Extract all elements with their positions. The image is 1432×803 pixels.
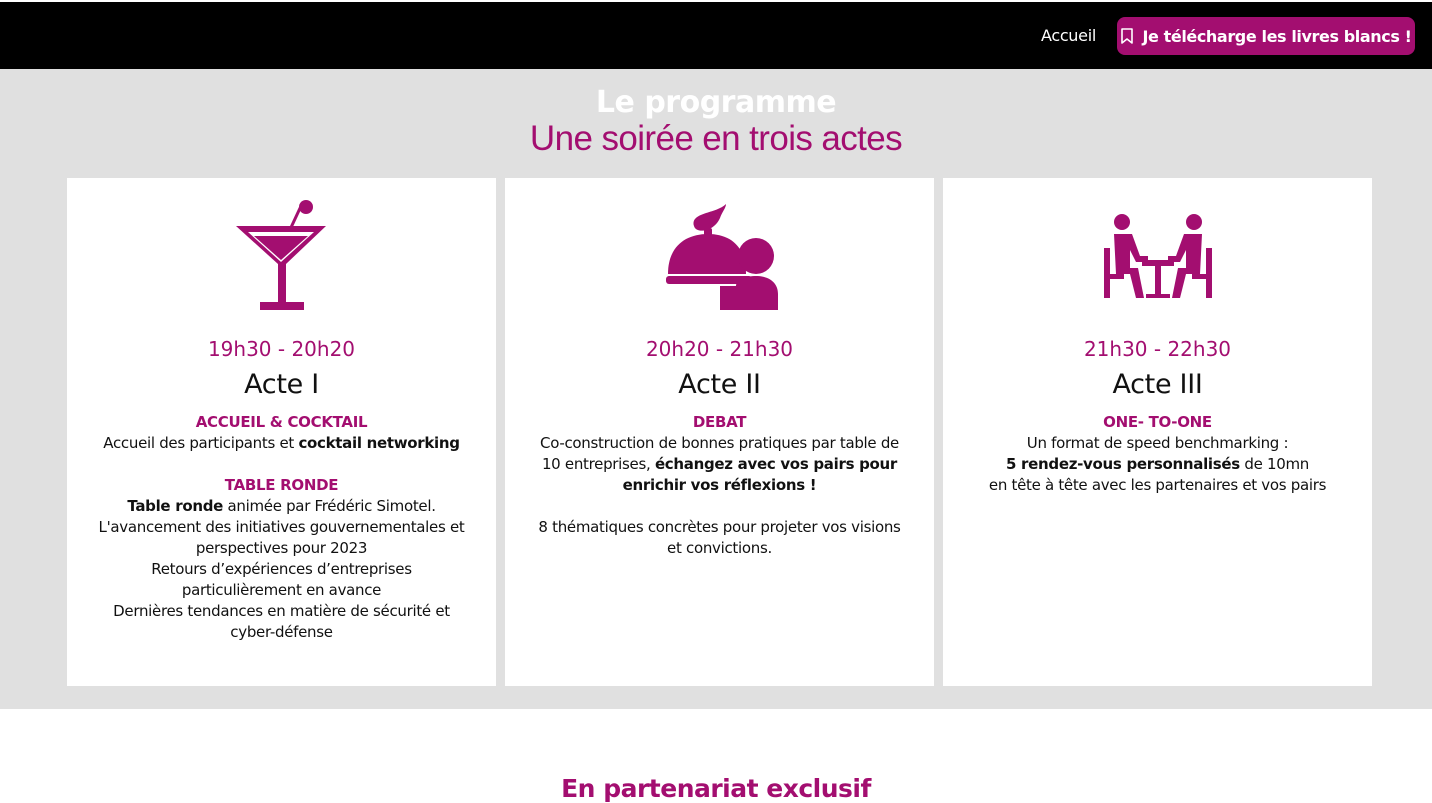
meeting-icon [1103, 214, 1212, 298]
act-3-time: 21h30 - 22h30 [1083, 337, 1232, 361]
dining-icon [665, 204, 778, 310]
act-1-paragraph-3: L'avancement des initiatives gouvernemen… [98, 518, 465, 557]
act-3-paragraph-2: 5 rendez-vous personnalisés de 10mn [1005, 455, 1309, 473]
act-card-3: 21h30 - 22h30 Acte III ONE- TO-ONE Un fo… [943, 178, 1372, 686]
act-3-heading-1: ONE- TO-ONE [1103, 413, 1212, 431]
act-2-paragraph-2: 8 thématiques concrètes pour projeter vo… [538, 518, 901, 557]
act-card-1: 19h30 - 20h20 Acte I ACCUEIL & COCKTAIL … [67, 178, 496, 686]
act-1-paragraph-1: Accueil des participants et cocktail net… [103, 434, 460, 452]
act-1-paragraph-2: Table ronde animée par Frédéric Simotel. [127, 497, 436, 515]
top-navbar: Accueil Je télécharge les livres blancs … [0, 0, 1432, 69]
programme-section: Le programme Une soirée en trois actes 1… [0, 69, 1432, 709]
act-3-paragraph-3: en tête à tête avec les partenaires et v… [988, 476, 1327, 494]
act-2-heading-1: DEBAT [692, 413, 747, 431]
programme-subtitle: Une soirée en trois actes [529, 119, 903, 158]
act-1-heading-2: TABLE RONDE [224, 476, 339, 494]
act-1-heading-1: ACCUEIL & COCKTAIL [195, 413, 368, 431]
download-whitepapers-button[interactable]: Je télécharge les livres blancs ! [1117, 17, 1415, 55]
act-1-title: Acte I [244, 369, 319, 400]
act-2-paragraph-1: Co-construction de bonnes pratiques par … [540, 434, 899, 494]
act-1-time: 19h30 - 20h20 [207, 337, 356, 361]
partner-title: En partenariat exclusif [561, 774, 871, 803]
programme-title: Le programme [595, 85, 837, 120]
nav-home-link[interactable]: Accueil [1041, 26, 1096, 45]
act-3-paragraph-1: Un format de speed benchmarking : [1026, 434, 1289, 452]
act-1-paragraph-5: Dernières tendances en matière de sécuri… [113, 602, 450, 641]
act-2-time: 20h20 - 21h30 [645, 337, 794, 361]
act-3-title: Acte III [1112, 369, 1203, 400]
cocktail-icon [235, 200, 326, 310]
bookmark-icon [1121, 28, 1134, 44]
download-whitepapers-label: Je télécharge les livres blancs ! [1142, 26, 1412, 46]
act-1-paragraph-4: Retours d’expériences d’entreprises part… [151, 560, 412, 599]
act-card-2: 20h20 - 21h30 Acte II DEBAT Co-construct… [505, 178, 934, 686]
act-2-title: Acte II [678, 369, 761, 400]
